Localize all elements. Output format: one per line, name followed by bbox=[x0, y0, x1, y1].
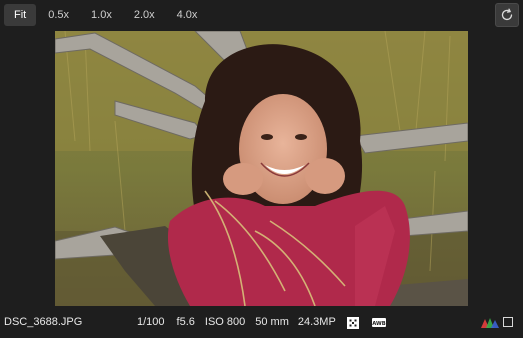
awb-icon: AWB bbox=[372, 318, 386, 327]
zoom-1-0x-button[interactable]: 1.0x bbox=[81, 4, 122, 26]
frame-toggle-icon[interactable] bbox=[503, 317, 513, 327]
megapixels: 24.3MP bbox=[297, 316, 336, 328]
photo-viewer: Fit 0.5x 1.0x 2.0x 4.0x DSC_3688.JPG 1/1… bbox=[0, 0, 523, 338]
zoom-toolbar: Fit 0.5x 1.0x 2.0x 4.0x bbox=[4, 4, 209, 26]
refresh-button[interactable] bbox=[495, 3, 519, 27]
aperture: f5.6 bbox=[176, 316, 195, 328]
zoom-2-0x-button[interactable]: 2.0x bbox=[124, 4, 165, 26]
iso: ISO 800 bbox=[204, 316, 246, 328]
histogram-icon[interactable] bbox=[481, 316, 499, 328]
refresh-icon bbox=[501, 8, 513, 21]
focus-point-icon bbox=[347, 317, 359, 329]
filename-label: DSC_3688.JPG bbox=[4, 316, 83, 328]
awb-label: AWB bbox=[372, 321, 386, 327]
exif-info: 1/100 f5.6 ISO 800 50 mm 24.3MP bbox=[137, 316, 344, 328]
zoom-fit-button[interactable]: Fit bbox=[4, 4, 37, 26]
status-bar: DSC_3688.JPG 1/100 f5.6 ISO 800 50 mm 24… bbox=[0, 312, 523, 332]
photo-canvas bbox=[55, 31, 468, 306]
zoom-0-5x-button[interactable]: 0.5x bbox=[38, 4, 79, 26]
focal-length: 50 mm bbox=[255, 316, 289, 328]
shutter-speed: 1/100 bbox=[137, 316, 165, 328]
zoom-4-0x-button[interactable]: 4.0x bbox=[167, 4, 208, 26]
photo-image bbox=[55, 31, 468, 306]
